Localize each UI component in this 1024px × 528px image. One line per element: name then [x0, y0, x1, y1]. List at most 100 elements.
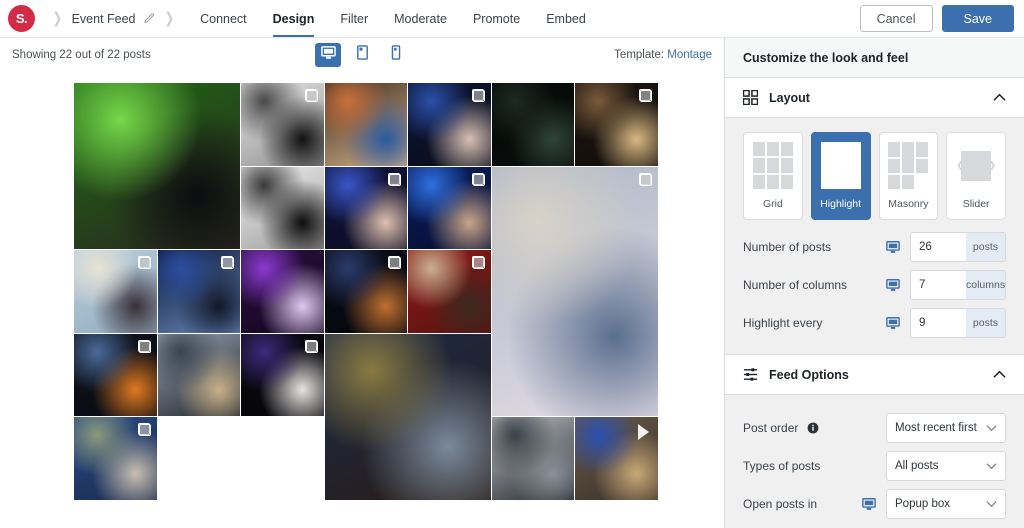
photo-grid-item[interactable]	[241, 166, 324, 249]
nav-tab-connect-label: Connect	[200, 11, 247, 26]
photo-grid-item[interactable]	[324, 250, 407, 333]
app-logo[interactable]: S.	[8, 5, 35, 32]
nav-tab-promote[interactable]: Promote	[460, 0, 533, 37]
layout-option-grid[interactable]: Grid	[743, 132, 803, 220]
photo-grid-item[interactable]	[157, 250, 240, 333]
photo-thumbnail	[74, 83, 240, 249]
desktop-preview-button[interactable]	[315, 43, 341, 67]
nav-tab-filter[interactable]: Filter	[327, 0, 381, 37]
nav-tab-filter-label: Filter	[340, 11, 369, 26]
desktop-icon[interactable]	[886, 278, 900, 292]
photo-grid-item[interactable]	[324, 83, 407, 166]
field-post-order: Post order Most recent first	[743, 409, 1006, 447]
photo-grid-item[interactable]	[491, 417, 574, 500]
chevron-up-icon[interactable]	[993, 370, 1006, 379]
desktop-icon[interactable]	[862, 497, 876, 511]
post-order-select[interactable]: Most recent first	[886, 413, 1006, 443]
nav-tab-design[interactable]: Design	[260, 0, 328, 37]
photo-grid-item[interactable]	[491, 83, 574, 166]
nav-tab-moderate[interactable]: Moderate	[381, 0, 460, 37]
carousel-badge-icon	[471, 256, 485, 269]
desktop-icon[interactable]	[886, 316, 900, 330]
layout-option-slider[interactable]: ❮ ❯ Slider	[946, 132, 1006, 220]
chevron-right-icon: ❯	[988, 160, 997, 170]
mobile-icon	[391, 45, 401, 65]
photo-grid-item[interactable]	[241, 83, 324, 166]
photo-grid-item[interactable]	[74, 250, 157, 333]
template-link[interactable]: Montage	[667, 49, 712, 61]
layout-option-highlight-label: Highlight	[820, 198, 862, 210]
photo-grid-item[interactable]	[491, 166, 658, 416]
number-of-posts-field[interactable]: posts	[910, 232, 1006, 262]
showing-count-text: Showing 22 out of 22 posts	[12, 49, 151, 61]
post-order-value: Most recent first	[895, 422, 977, 434]
save-button[interactable]: Save	[941, 5, 1014, 32]
layout-option-slider-label: Slider	[962, 198, 990, 210]
photo-grid-item[interactable]	[408, 83, 491, 166]
photo-thumbnail	[491, 166, 658, 416]
photo-grid-item[interactable]	[241, 250, 324, 333]
highlight-every-input[interactable]	[911, 309, 966, 337]
photo-grid-item[interactable]	[575, 83, 658, 166]
field-types-of-posts-label: Types of posts	[743, 459, 821, 473]
feed-options-section-header[interactable]: Feed Options	[725, 355, 1024, 395]
photo-thumbnail	[241, 250, 324, 333]
slider-layout-thumb: ❮ ❯	[956, 142, 997, 189]
field-number-of-posts-label: Number of posts	[743, 240, 832, 254]
types-of-posts-value: All posts	[895, 460, 939, 472]
types-of-posts-select[interactable]: All posts	[886, 451, 1006, 481]
layout-option-grid-label: Grid	[762, 198, 783, 210]
highlight-every-field[interactable]: posts	[910, 308, 1006, 338]
field-highlight-every-label: Highlight every	[743, 316, 823, 330]
breadcrumb-separator-2: ❯	[164, 10, 174, 27]
breadcrumb-feed-name[interactable]: Event Feed	[72, 12, 136, 26]
photo-thumbnail	[157, 333, 240, 416]
number-of-columns-input[interactable]	[911, 271, 966, 299]
carousel-badge-icon	[137, 339, 151, 353]
photo-grid-item[interactable]	[74, 417, 157, 500]
nav-tab-design-label: Design	[272, 11, 315, 26]
field-highlight-every: Highlight every posts	[743, 304, 1006, 342]
number-of-columns-field[interactable]: columns	[910, 270, 1006, 300]
photo-grid-item[interactable]	[157, 333, 240, 416]
nav-tab-moderate-label: Moderate	[394, 11, 447, 26]
photo-grid-item[interactable]	[408, 250, 491, 333]
desktop-icon[interactable]	[886, 240, 900, 254]
mobile-preview-button[interactable]	[383, 43, 409, 67]
photo-grid-item[interactable]	[408, 166, 491, 249]
photo-grid-item[interactable]	[74, 83, 240, 249]
layout-option-highlight[interactable]: Highlight	[810, 132, 871, 220]
photo-grid-item[interactable]	[324, 166, 407, 249]
info-icon[interactable]	[807, 422, 819, 434]
chevron-up-icon[interactable]	[993, 93, 1006, 102]
app-root: S. ❯ Event Feed ❯ Connect Design Filter …	[0, 0, 1024, 528]
nav-tab-connect[interactable]: Connect	[187, 0, 260, 37]
chevron-down-icon	[986, 424, 997, 432]
photo-grid-item[interactable]	[575, 417, 658, 500]
photo-grid-item[interactable]	[324, 333, 491, 500]
cancel-button[interactable]: Cancel	[859, 5, 933, 32]
number-of-posts-input[interactable]	[911, 233, 966, 261]
body-row: Showing 22 out of 22 posts Template: Mon…	[0, 38, 1024, 528]
layout-section-title: Layout	[769, 90, 810, 105]
tablet-preview-button[interactable]	[349, 43, 375, 67]
photo-grid-item[interactable]	[241, 333, 324, 416]
carousel-badge-icon	[638, 89, 652, 102]
carousel-badge-icon	[137, 256, 151, 269]
field-number-of-columns: Number of columns columns	[743, 266, 1006, 304]
sidebar-heading: Customize the look and feel	[725, 38, 1024, 78]
layout-option-masonry[interactable]: Masonry	[878, 132, 939, 220]
layout-section-header[interactable]: Layout	[725, 78, 1024, 118]
device-preview-toggle	[315, 43, 409, 67]
grid-icon	[743, 90, 758, 105]
nav-tab-embed-label: Embed	[546, 11, 586, 26]
carousel-badge-icon	[471, 89, 485, 102]
number-of-columns-unit: columns	[966, 271, 1005, 299]
open-posts-in-select[interactable]: Popup box	[886, 489, 1006, 519]
pencil-icon[interactable]	[143, 12, 155, 25]
photo-grid-item[interactable]	[74, 333, 157, 416]
carousel-badge-icon	[388, 172, 401, 186]
post-order-label-text: Post order	[743, 421, 799, 435]
nav-tab-embed[interactable]: Embed	[533, 0, 599, 37]
primary-nav: Connect Design Filter Moderate Promote E…	[187, 0, 599, 37]
